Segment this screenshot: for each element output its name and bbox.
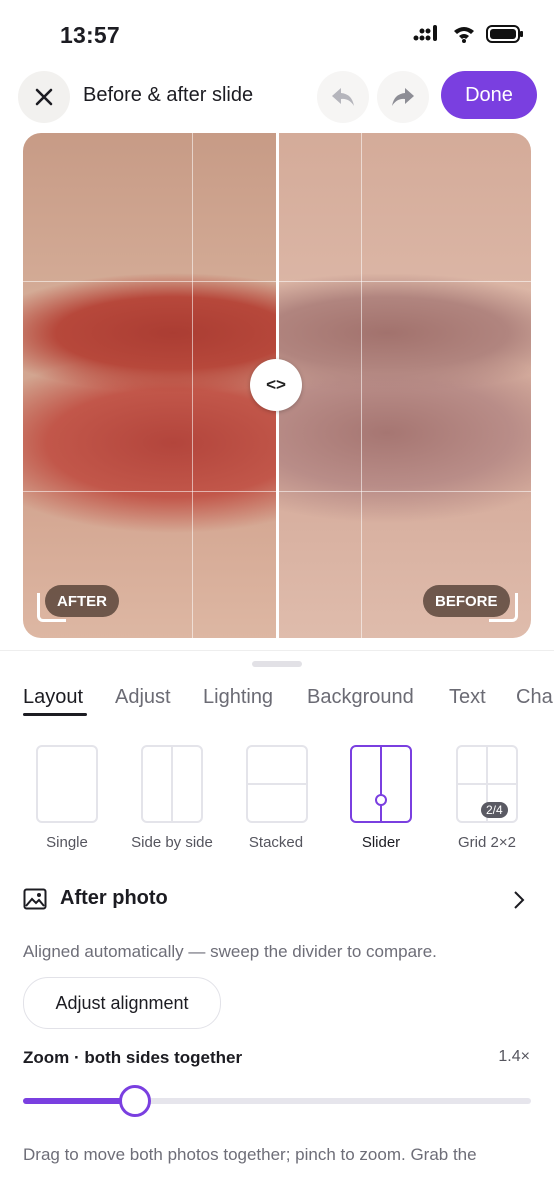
editor-tabs: Layout Adjust Lighting Background Text C… [23,686,554,718]
grid-count-badge: 2/4 [481,802,508,818]
layout-single[interactable] [36,745,98,823]
grid-line [361,133,362,638]
undo-button[interactable] [317,71,369,123]
layout-grid-label: Grid 2×2 [458,834,516,851]
tab-adjust[interactable]: Adjust [115,686,171,709]
after-photo-image [23,133,277,638]
layout-single-label: Single [46,834,88,851]
signal-icon [413,25,437,41]
active-tab-indicator [23,713,87,716]
redo-icon [392,88,414,106]
tab-text[interactable]: Text [449,686,486,709]
layout-slider-thumbnail [350,745,412,823]
layout-slider-label: Slider [361,834,401,851]
before-label: BEFORE [423,585,510,617]
chevron-right-icon [514,891,525,909]
layout-grid-thumbnail: 2/4 [456,745,518,823]
layout-stacked[interactable] [246,745,308,823]
after-photo-row[interactable]: After photo [23,885,531,915]
tab-cha[interactable]: Cha [516,686,553,709]
close-button[interactable] [18,71,70,123]
gesture-hint: Drag to move both photos together; pinch… [23,1145,477,1164]
status-bar: 13:57 [0,0,554,70]
layout-single-thumbnail [36,745,98,823]
layout-side-by-side-thumbnail [141,745,203,823]
layout-slider[interactable] [350,745,412,823]
layout-side-by-side[interactable] [141,745,203,823]
editor-header: Before & after slide Done [0,70,554,126]
tab-background[interactable]: Background [307,686,414,709]
status-icons [412,24,524,44]
before-after-canvas[interactable]: <> AFTER BEFORE [23,133,531,638]
after-label: AFTER [45,585,119,617]
close-icon [35,88,53,106]
wifi-icon [454,27,474,43]
layout-grid[interactable]: 2/4 [456,745,518,823]
battery-icon [486,25,523,43]
page-title: Before & after slide [83,84,254,106]
grid-line [192,133,193,638]
zoom-value: 1.4× [498,1048,530,1065]
sheet-divider [0,650,554,651]
layout-stacked-label: Stacked [248,834,304,851]
tab-lighting[interactable]: Lighting [203,686,273,709]
adjust-alignment-button[interactable]: Adjust alignment [23,977,221,1029]
done-button[interactable]: Done [441,71,537,119]
zoom-label: Zoom · both sides together [23,1048,243,1067]
zoom-slider[interactable] [23,1085,531,1117]
tab-layout[interactable]: Layout [23,686,83,709]
layout-stacked-thumbnail [246,745,308,823]
status-time: 13:57 [60,22,120,48]
alignment-hint: Aligned automatically — sweep the divide… [23,942,437,961]
image-icon [23,888,47,910]
before-photo-image [277,133,531,638]
undo-icon [332,88,354,106]
sheet-grabber[interactable] [252,661,302,667]
redo-button[interactable] [377,71,429,123]
after-photo-label: After photo [60,887,168,909]
layout-side-by-side-label: Side by side [131,834,213,851]
zoom-slider-thumb[interactable] [119,1085,151,1117]
divider-handle[interactable]: <> [250,359,302,411]
